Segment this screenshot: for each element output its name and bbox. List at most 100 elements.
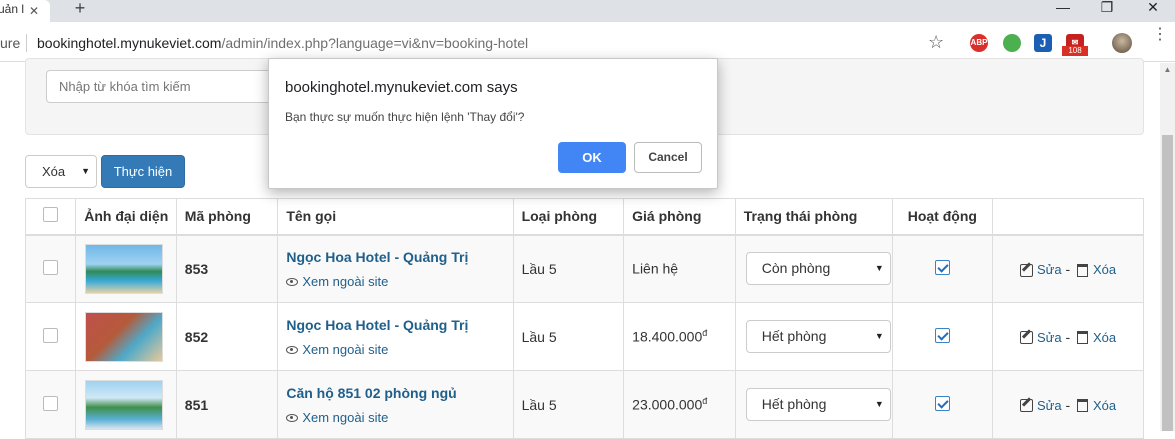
tab-title: uản l	[0, 2, 25, 16]
action-separator: -	[1065, 328, 1071, 345]
room-thumbnail[interactable]	[85, 243, 164, 294]
room-status-cell: Còn phòng ▼	[734, 234, 893, 303]
caret-down-icon: ▼	[81, 166, 90, 176]
header-active: Hoạt động	[891, 198, 994, 235]
header-status: Trạng thái phòng	[734, 198, 893, 235]
room-type: Lầu 5	[512, 234, 625, 303]
room-price-cell: 23.000.000đ	[623, 370, 736, 439]
row-checkbox[interactable]	[43, 395, 59, 411]
room-name-link[interactable]: Căn hộ 851 02 phòng ngủ	[286, 385, 512, 401]
ok-button[interactable]: OK	[558, 142, 626, 173]
edit-link[interactable]: Sửa	[1037, 330, 1062, 345]
room-name-link[interactable]: Ngọc Hoa Hotel - Quảng Trị	[286, 249, 512, 265]
room-status-select[interactable]: Còn phòng ▼	[745, 252, 891, 286]
currency-symbol: đ	[702, 396, 708, 407]
room-status-cell: Hết phòng ▼	[734, 302, 893, 371]
header-price: Giá phòng	[623, 198, 736, 235]
room-status-value: Hết phòng	[761, 396, 827, 412]
restore-icon[interactable]: ❐	[1092, 0, 1122, 18]
delete-link[interactable]: Xóa	[1093, 262, 1116, 277]
room-code: 852	[175, 302, 279, 371]
adblock-icon[interactable]: ABP	[970, 34, 988, 52]
room-actions-cell: Sửa - Xóa	[992, 234, 1144, 303]
caret-down-icon: ▼	[874, 399, 884, 409]
room-active-cell	[891, 370, 994, 439]
room-active-cell	[891, 302, 994, 371]
trash-icon	[1077, 399, 1089, 413]
browser-tab[interactable]: uản l ✕	[0, 0, 50, 22]
window-close-icon[interactable]: ✕	[1138, 0, 1168, 18]
j-extension-icon[interactable]: J	[1034, 34, 1052, 52]
close-icon[interactable]: ✕	[27, 4, 41, 18]
room-actions-cell: Sửa - Xóa	[992, 302, 1144, 371]
room-status-select[interactable]: Hết phòng ▼	[745, 388, 891, 421]
url-path: /admin/index.php?language=vi&nv=booking-…	[221, 35, 529, 51]
room-status-value: Hết phòng	[761, 328, 827, 344]
room-code: 851	[175, 370, 279, 439]
security-label[interactable]: ure	[0, 35, 20, 51]
room-thumbnail[interactable]	[85, 311, 164, 362]
execute-button[interactable]: Thực hiện	[101, 155, 185, 188]
confirm-dialog: bookinghotel.mynukeviet.com says Bạn thự…	[268, 58, 718, 189]
delete-link[interactable]: Xóa	[1093, 398, 1116, 413]
bookmark-star-icon[interactable]: ☆	[928, 32, 944, 53]
table-row: 852 Ngọc Hoa Hotel - Quảng Trị Xem ngoài…	[24, 302, 1144, 371]
room-image-cell	[75, 370, 177, 439]
view-site-link[interactable]: Xem ngoài site	[302, 342, 388, 357]
action-separator: -	[1065, 396, 1071, 413]
row-checkbox[interactable]	[43, 327, 59, 343]
room-price-cell: Liên hệ	[623, 234, 736, 303]
room-type: Lầu 5	[512, 302, 625, 371]
table-header-row: Ảnh đại diện Mã phòng Tên gọi Loại phòng…	[24, 198, 1144, 235]
page-scrollbar[interactable]: ▲	[1160, 63, 1175, 431]
row-checkbox[interactable]	[43, 259, 59, 275]
profile-avatar[interactable]	[1112, 33, 1132, 53]
edit-link[interactable]: Sửa	[1037, 398, 1062, 413]
scroll-up-arrow-icon[interactable]: ▲	[1160, 65, 1175, 74]
url-field[interactable]: bookinghotel.mynukeviet.com/admin/index.…	[37, 35, 528, 51]
url-domain: bookinghotel.mynukeviet.com	[37, 35, 222, 51]
active-checkbox[interactable]	[934, 259, 950, 275]
room-image-cell	[75, 234, 177, 303]
new-tab-button[interactable]: +	[70, 0, 90, 18]
room-price-cell: 18.400.000đ	[623, 302, 736, 371]
room-code: 853	[175, 234, 279, 303]
action-separator: -	[1065, 260, 1071, 277]
room-thumbnail[interactable]	[85, 379, 164, 430]
room-name-cell: Ngọc Hoa Hotel - Quảng Trị Xem ngoài sit…	[277, 234, 514, 303]
edit-icon	[1019, 399, 1033, 413]
eye-icon	[286, 413, 299, 422]
rooms-table: Ảnh đại diện Mã phòng Tên gọi Loại phòng…	[24, 198, 1144, 439]
room-active-cell	[891, 234, 994, 303]
room-name-cell: Ngọc Hoa Hotel - Quảng Trị Xem ngoài sit…	[277, 302, 514, 371]
room-image-cell	[75, 302, 177, 371]
edit-link[interactable]: Sửa	[1037, 262, 1062, 277]
delete-link[interactable]: Xóa	[1093, 330, 1116, 345]
globe-extension-icon[interactable]	[1003, 34, 1021, 52]
bulk-action-select[interactable]: Xóa ▼	[25, 155, 97, 188]
room-name-cell: Căn hộ 851 02 phòng ngủ Xem ngoài site	[277, 370, 514, 439]
room-name-link[interactable]: Ngọc Hoa Hotel - Quảng Trị	[286, 317, 512, 333]
header-code: Mã phòng	[175, 198, 279, 235]
room-status-cell: Hết phòng ▼	[734, 370, 893, 439]
scroll-thumb[interactable]	[1162, 135, 1173, 431]
eye-icon	[286, 278, 299, 287]
minimize-icon[interactable]: —	[1048, 0, 1078, 18]
active-checkbox[interactable]	[934, 327, 950, 343]
cancel-button[interactable]: Cancel	[634, 142, 702, 173]
view-site-link[interactable]: Xem ngoài site	[302, 274, 388, 289]
caret-down-icon: ▼	[874, 263, 884, 274]
url-divider	[26, 34, 27, 52]
select-all-checkbox[interactable]	[43, 207, 59, 223]
view-site-link[interactable]: Xem ngoài site	[302, 410, 388, 425]
trash-icon	[1077, 331, 1089, 345]
room-price: 23.000.000	[632, 396, 703, 413]
row-select-cell	[24, 234, 77, 303]
header-type: Loại phòng	[512, 198, 625, 235]
menu-dots-icon[interactable]: ⋮	[1152, 27, 1168, 43]
eye-icon	[286, 345, 299, 354]
active-checkbox[interactable]	[934, 395, 950, 411]
header-actions	[992, 198, 1144, 235]
address-bar: ure bookinghotel.mynukeviet.com/admin/in…	[0, 22, 1175, 62]
room-status-select[interactable]: Hết phòng ▼	[745, 320, 891, 353]
